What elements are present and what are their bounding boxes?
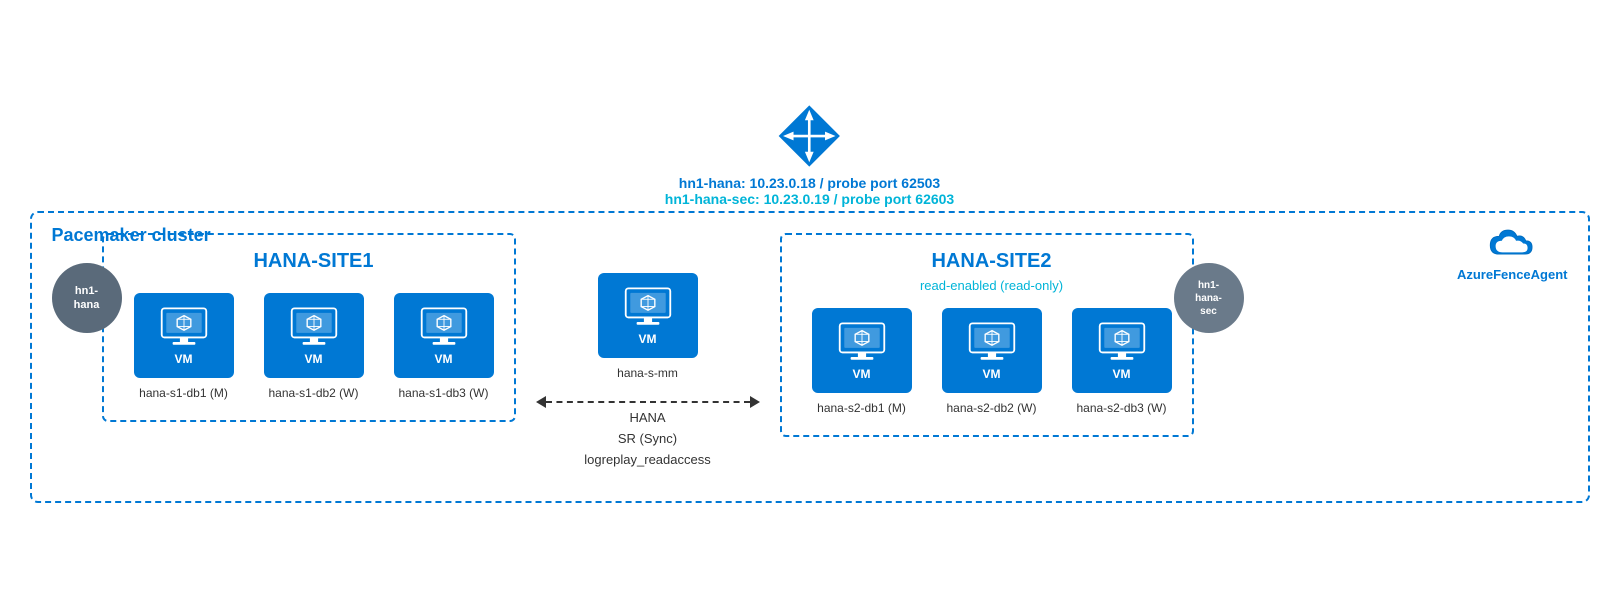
hn1-hana-sec-node: hn1- hana- sec	[1174, 263, 1244, 333]
vm-box-s2-db1: VM	[812, 308, 912, 393]
vm-label-s1-db2: hana-s1-db2 (W)	[268, 386, 358, 400]
vm-screen-icon-s2-3	[1097, 321, 1147, 363]
primary-ip-label: hn1-hana: 10.23.0.18 / probe port 62503	[665, 175, 954, 191]
vm-item-s1-db3: VM hana-s1-db3 (W)	[394, 293, 494, 400]
azure-cloud-icon	[1485, 223, 1540, 263]
vm-label-s1-db1: hana-s1-db1 (M)	[139, 386, 228, 400]
vm-label-s2-db3: hana-s2-db3 (W)	[1076, 401, 1166, 415]
vm-screen-icon-s2-2	[967, 321, 1017, 363]
vm-box-s1-db3: VM	[394, 293, 494, 378]
vm-screen-icon-mm	[623, 286, 673, 328]
vm-item-s2-db1: VM hana-s2-db1 (M)	[812, 308, 912, 415]
vm-box-s1-db2: VM	[264, 293, 364, 378]
azure-fence-agent: AzureFenceAgent	[1457, 223, 1568, 282]
pacemaker-cluster-box: Pacemaker cluster AzureFenceAgent hn1- h…	[30, 211, 1590, 502]
site2-section: HANA-SITE2 read-enabled (read-only)	[780, 233, 1244, 437]
hn1-hana-node: hn1- hana	[52, 263, 122, 333]
vm-screen-icon-s2-1	[837, 321, 887, 363]
middle-section: VM hana-s-mm	[536, 233, 760, 470]
sync-section: HANA SR (Sync) logreplay_readaccess	[536, 396, 760, 470]
hana-site2-title: HANA-SITE2	[812, 250, 1172, 273]
router-icon: hn1-hana: 10.23.0.18 / probe port 62503 …	[665, 101, 954, 207]
hana-site1-title: HANA-SITE1	[134, 250, 494, 273]
vm-box-s2-db3: VM	[1072, 308, 1172, 393]
vm-label-s2-db1: hana-s2-db1 (M)	[817, 401, 906, 415]
sync-label: HANA SR (Sync) logreplay_readaccess	[584, 408, 710, 470]
vm-screen-icon	[159, 306, 209, 348]
site2-vm-row: VM hana-s2-db1 (M)	[812, 308, 1172, 415]
vm-item-s1-db2: VM hana-s1-db2 (W)	[264, 293, 364, 400]
hana-site2-box: HANA-SITE2 read-enabled (read-only)	[780, 233, 1194, 437]
fence-agent-label: AzureFenceAgent	[1457, 267, 1568, 282]
site1-vm-row: VM hana-s1-db1 (M)	[134, 293, 494, 400]
router-labels: hn1-hana: 10.23.0.18 / probe port 62503 …	[665, 175, 954, 207]
sync-arrows	[536, 396, 760, 408]
inner-content: hn1- hana HANA-SITE1	[52, 233, 1568, 470]
vm-label-s1-db3: hana-s1-db3 (W)	[398, 386, 488, 400]
vm-screen-icon3	[419, 306, 469, 348]
vm-item-s2-db3: VM hana-s2-db3 (W)	[1072, 308, 1172, 415]
arrow-right	[650, 396, 760, 408]
router-diamond-icon	[775, 101, 845, 171]
vm-box-mm: VM	[598, 273, 698, 358]
vm-item-mm: VM hana-s-mm	[598, 273, 698, 380]
arrow-left	[536, 396, 646, 408]
vm-screen-icon2	[289, 306, 339, 348]
hana-site1-box: HANA-SITE1	[102, 233, 516, 422]
vm-item-s1-db1: VM hana-s1-db1 (M)	[134, 293, 234, 400]
diagram-wrapper: hn1-hana: 10.23.0.18 / probe port 62503 …	[30, 101, 1590, 502]
vm-box-s2-db2: VM	[942, 308, 1042, 393]
secondary-ip-label: hn1-hana-sec: 10.23.0.19 / probe port 62…	[665, 191, 954, 207]
vm-box-s1-db1: VM	[134, 293, 234, 378]
vm-item-s2-db2: VM hana-s2-db2 (W)	[942, 308, 1042, 415]
read-enabled-label: read-enabled (read-only)	[812, 278, 1172, 293]
site1-section: hn1- hana HANA-SITE1	[52, 233, 516, 422]
vm-label-s2-db2: hana-s2-db2 (W)	[946, 401, 1036, 415]
vm-label-mm: hana-s-mm	[617, 366, 678, 380]
